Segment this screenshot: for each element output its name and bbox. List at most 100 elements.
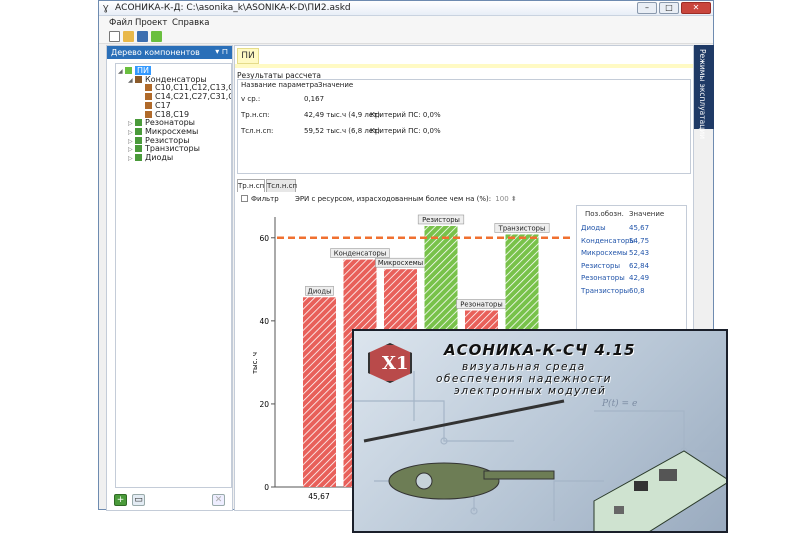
- component-tree: ◢ПИ◢КонденсаторыC10,C11,C12,C13,C15,C1C1…: [115, 63, 232, 488]
- new-file-icon[interactable]: [109, 31, 120, 42]
- component-icon: [135, 75, 142, 83]
- filter-label: Фильтр: [251, 195, 279, 203]
- legend-category: Резисторы: [581, 261, 620, 270]
- logo-text: X1: [382, 353, 409, 374]
- splash-line: визуальная среда: [462, 361, 586, 373]
- close-button[interactable]: ✕: [681, 2, 711, 14]
- y-tick-label: 0: [264, 483, 269, 492]
- tree-item-label: Микросхемы: [145, 126, 199, 136]
- tree-item-label: ПИ: [135, 66, 151, 75]
- component-icon: [135, 136, 142, 144]
- row-value: 59,52 тыс.ч (6,8 лет): [304, 127, 380, 135]
- component-icon: [135, 154, 142, 161]
- bar-label: Конденсаторы: [334, 250, 386, 258]
- tree-item[interactable]: ▷ Диоды: [128, 153, 173, 163]
- legend-category: Резонаторы: [581, 274, 625, 282]
- calculator-icon[interactable]: [151, 31, 162, 42]
- tab-strip: [235, 64, 693, 68]
- eri-label: ЭРИ с ресурсом, израсходованным более че…: [294, 195, 492, 203]
- delete-button[interactable]: ✕: [212, 494, 225, 506]
- tree-buttons: + ▭ ✕: [107, 490, 232, 510]
- splash-banner: X1 АСОНИКА-К-СЧ 4.15 визуальная среда об…: [352, 329, 728, 533]
- bar-label: Резисторы: [422, 216, 460, 224]
- row-value: 0,167: [304, 95, 325, 103]
- component-icon: [145, 101, 152, 109]
- tree-item-label: C18,C19: [155, 109, 190, 119]
- legend-header: Поз.обозн.: [585, 210, 624, 218]
- y-tick-label: 20: [259, 400, 269, 409]
- toolbar: [99, 30, 713, 44]
- results-grid: Название параметра Значение v ср.: 0,167…: [237, 79, 691, 174]
- header-value: Значение: [318, 81, 354, 89]
- title-bar: Ɣ АСОНИКА-К-Д: C:\asonika_k\ASONIKA-K-D\…: [99, 1, 713, 16]
- component-icon: [145, 84, 152, 92]
- maximize-button[interactable]: □: [659, 2, 679, 14]
- expand-arrow-icon[interactable]: ▷: [128, 154, 135, 164]
- window-controls: – □ ✕: [637, 2, 711, 14]
- app-icon: Ɣ: [103, 4, 109, 13]
- menu-file[interactable]: Файл: [109, 18, 132, 28]
- legend-value: 54,75: [629, 236, 650, 245]
- tab-tsl[interactable]: Tсл.н.сп: [266, 179, 297, 192]
- row-name: v ср.:: [241, 95, 261, 103]
- operating-modes-tab[interactable]: Режимы эксплуатации: [694, 45, 714, 139]
- bar-label: Микросхемы: [378, 259, 423, 267]
- component-icon: [145, 93, 152, 101]
- menu-help[interactable]: Справка: [172, 18, 209, 28]
- pin-icon[interactable]: ▾ ⊓: [215, 47, 228, 56]
- legend-category: Диоды: [581, 224, 606, 232]
- tree-item-label: Резисторы: [145, 135, 190, 145]
- tree-item-label: Диоды: [145, 153, 174, 162]
- row-criterion: Критерий ПС: 0,0%: [370, 127, 441, 135]
- row-name: Tр.н.сп:: [241, 111, 270, 119]
- add-button[interactable]: +: [114, 494, 127, 506]
- open-folder-icon[interactable]: [123, 31, 134, 42]
- window-title: АСОНИКА-К-Д: C:\asonika_k\ASONIKA-K-D\ПИ…: [115, 3, 351, 13]
- save-icon[interactable]: [137, 31, 148, 42]
- legend-value: 45,67: [629, 224, 650, 232]
- legend-category: Микросхемы: [581, 249, 628, 257]
- component-tree-panel: Дерево компонентов ▾ ⊓ ◢ ПИ ◢ Конденсаторы C…: [106, 45, 233, 511]
- splash-title: АСОНИКА-К-СЧ 4.15: [444, 341, 636, 359]
- filter-row: Фильтр ЭРИ с ресурсом, израсходованным б…: [241, 194, 517, 205]
- splash-line: электронных модулей: [454, 385, 607, 397]
- tree-item-label: C17: [155, 100, 171, 110]
- expand-arrow-icon[interactable]: ◢: [128, 76, 135, 86]
- component-icon: [125, 67, 132, 74]
- eri-value-input[interactable]: 100: [495, 195, 508, 203]
- spinner-icon[interactable]: ⬍: [511, 195, 517, 203]
- tab-pi[interactable]: ПИ: [237, 48, 259, 64]
- component-icon: [135, 119, 142, 127]
- row-criterion: Критерий ПС: 0,0%: [370, 111, 441, 119]
- header-param: Название параметра: [241, 81, 319, 89]
- minimize-button[interactable]: –: [637, 2, 657, 14]
- y-axis-label: тыс. ч: [251, 352, 259, 374]
- bar[interactable]: [303, 297, 336, 487]
- splash-line: обеспечения надежности: [436, 373, 612, 385]
- tree-item-label: Конденсаторы: [145, 74, 207, 84]
- bar-label: Диоды: [308, 287, 332, 295]
- component-icon: [135, 145, 142, 153]
- row-name: Tсл.н.сп:: [241, 127, 274, 135]
- legend-value: 52,43: [629, 249, 650, 257]
- splash-formula: P(t) = e: [602, 399, 638, 409]
- filter-checkbox[interactable]: [241, 195, 248, 202]
- tree-item-label: C10,C11,C12,C13,C15,C1: [155, 83, 231, 93]
- y-tick-label: 40: [259, 317, 269, 326]
- tab-tr[interactable]: Tр.н.сп: [237, 179, 265, 192]
- circuit-board-icon: [593, 450, 726, 531]
- tree-item-label: Транзисторы: [145, 144, 200, 154]
- tree-item-label: C14,C21,C27,C31,C33,C3: [155, 92, 231, 102]
- component-icon: [135, 127, 142, 135]
- y-tick-label: 60: [259, 234, 269, 243]
- row-value: 42,49 тыс.ч (4,9 лет): [304, 111, 380, 119]
- bar-label: Транзисторы: [498, 224, 546, 232]
- bar-label: Резонаторы: [460, 301, 502, 309]
- menu-project[interactable]: Проект: [135, 18, 167, 28]
- helicopter-icon: [363, 399, 565, 500]
- expand-arrow-icon[interactable]: ◢: [118, 67, 125, 77]
- legend-value: 42,49: [629, 274, 650, 282]
- edit-icon[interactable]: ▭: [132, 494, 145, 506]
- component-icon: [145, 110, 152, 118]
- legend-header: Значение: [629, 210, 665, 218]
